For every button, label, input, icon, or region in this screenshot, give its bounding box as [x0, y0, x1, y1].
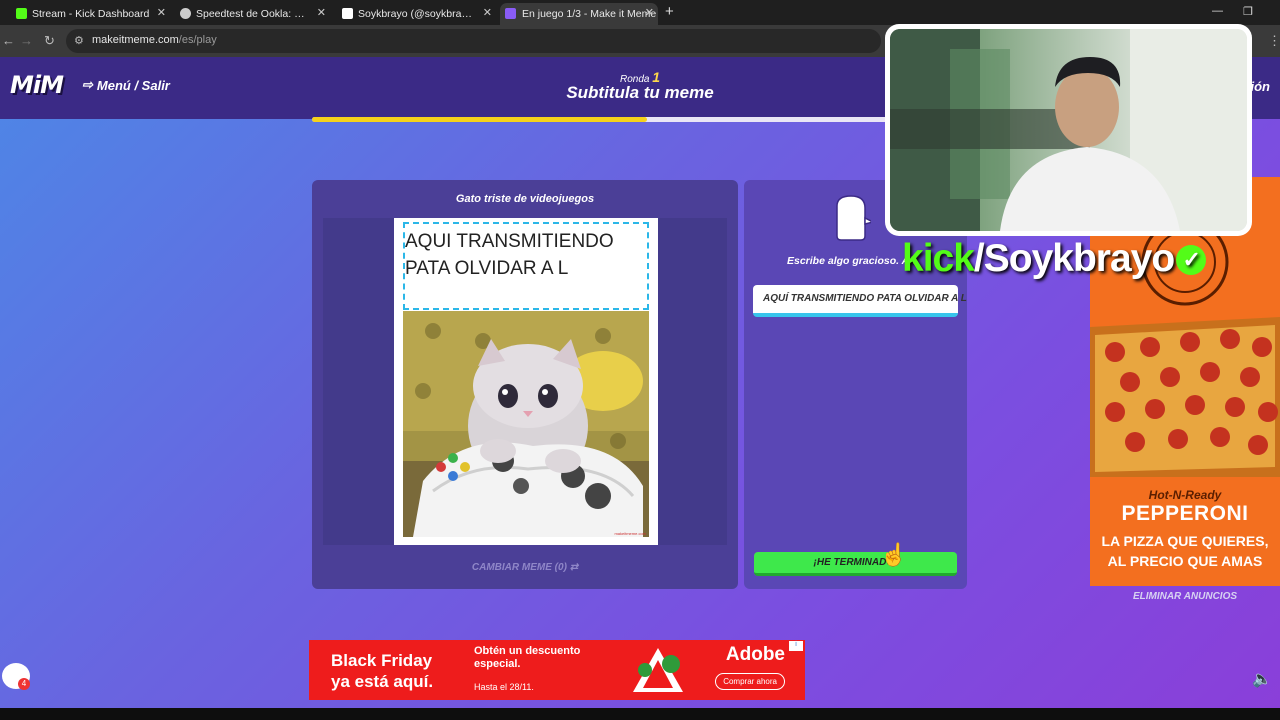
back-icon[interactable]: ← — [2, 33, 15, 48]
pizza-image — [1090, 317, 1280, 477]
tab-tiktok[interactable]: Soykbrayo (@soykbrayo) | TikTo ✕ — [340, 3, 496, 25]
new-tab-icon[interactable]: + — [665, 3, 674, 20]
close-tab-icon[interactable]: ✕ — [483, 6, 492, 19]
speaker-icon[interactable]: 🔈 — [1252, 669, 1272, 689]
ad-cta-button[interactable]: Comprar ahora — [715, 673, 785, 690]
remove-ads-link[interactable]: ELIMINAR ANUNCIOS — [1090, 591, 1280, 602]
tab-kick-dashboard[interactable]: Stream - Kick Dashboard ✕ — [14, 3, 170, 25]
timer-bar-fill — [312, 117, 647, 122]
reload-icon[interactable]: ↻ — [44, 33, 55, 49]
adobe-ad[interactable]: Black Friday ya está aquí. Obtén un desc… — [309, 640, 805, 700]
adobe-graphic-icon — [633, 648, 683, 692]
ad-headline: Black Friday ya está aquí. — [331, 651, 434, 691]
ad-brand: Adobe — [725, 644, 785, 665]
speedtest-favicon-icon — [180, 8, 191, 19]
done-button[interactable]: ¡HE TERMINADO! — [754, 552, 957, 576]
tiktok-favicon-icon — [342, 8, 353, 19]
ad-product: PEPPERONI — [1121, 502, 1249, 525]
ad-date: Hasta el 28/11. — [474, 682, 534, 692]
caption-text: AQUI TRANSMITIENDO PATA OLVIDAR A L — [405, 231, 614, 279]
meme-watermark: makeitmeme.com — [614, 531, 646, 536]
meme-name: Gato triste de videojuegos — [455, 193, 595, 205]
restore-icon[interactable]: ❐ — [1243, 5, 1253, 18]
hand-cursor-icon: ☝ — [880, 542, 908, 567]
url-host: makeitmeme.com — [92, 34, 179, 46]
url-path: /es/play — [178, 34, 217, 46]
close-tab-icon[interactable]: ✕ — [317, 6, 326, 19]
kick-handle-overlay: kick/Soykbrayo ✓ — [902, 237, 1207, 281]
ad-offer: Obtén un descuento especial. — [474, 645, 581, 670]
forward-icon[interactable]: → — [20, 33, 33, 48]
speech-bubble-icon — [836, 195, 871, 241]
refresh-icon: ⇄ — [569, 562, 579, 573]
verified-check-icon: ✓ — [1176, 245, 1207, 275]
sad-cat-image: makeitmeme.com — [403, 311, 649, 537]
more-icon[interactable]: ⋮ — [1268, 33, 1280, 49]
close-tab-icon[interactable]: ✕ — [645, 6, 654, 19]
browser-tab-bar: Stream - Kick Dashboard ✕ Speedtest de O… — [0, 0, 1280, 25]
tab-speedtest[interactable]: Speedtest de Ookla: la prueba ✕ — [178, 3, 330, 25]
meme-preview: AQUI TRANSMITIENDO PATA OLVIDAR A L make… — [394, 218, 658, 545]
ad-info-icon[interactable]: i — [789, 641, 803, 651]
minimize-icon[interactable]: — — [1212, 5, 1223, 17]
kick-favicon-icon — [16, 8, 27, 19]
mim-favicon-icon — [505, 8, 516, 19]
caption-area[interactable]: AQUI TRANSMITIENDO PATA OLVIDAR A L — [403, 222, 649, 310]
meme-panel: Gato triste de videojuegos AQUI TRANSMIT… — [312, 180, 738, 589]
prompt-text: Escribe algo gracioso. Ah — [787, 255, 916, 267]
webcam-overlay — [885, 24, 1252, 236]
timer-bar — [312, 117, 968, 122]
close-tab-icon[interactable]: ✕ — [157, 6, 166, 19]
site-info-icon[interactable]: ⚙ — [74, 34, 84, 47]
ad-slogan: LA PIZZA QUE QUIERES, AL PRECIO QUE AMAS — [1101, 533, 1269, 569]
chat-badge: 4 — [18, 678, 30, 690]
tab-make-it-meme[interactable]: En juego 1/3 - Make it Meme ✕ — [500, 3, 658, 25]
change-meme-button[interactable]: CAMBIAR MEME (0) ⇄ — [312, 562, 738, 573]
ad-brand-line: Hot-N-Ready — [1148, 488, 1222, 502]
caption-input[interactable]: AQUÍ TRANSMITIENDO PATA OLVIDAR A L — [753, 285, 967, 317]
url-field[interactable]: ⚙ makeitmeme.com/es/play — [66, 29, 881, 53]
webcam-video — [890, 29, 1247, 231]
